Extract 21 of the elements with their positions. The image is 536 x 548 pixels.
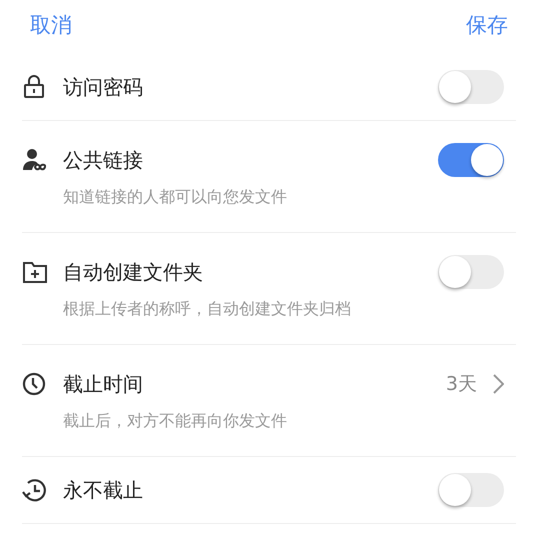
save-button[interactable]: 保存 [466, 8, 508, 42]
setting-title: 访问密码 [63, 74, 144, 100]
chevron-right-icon[interactable] [493, 374, 504, 394]
lock-icon [22, 75, 46, 99]
toggle-switch[interactable] [438, 70, 504, 104]
setting-description: 截止后，对方不能再向你发文件 [63, 410, 288, 432]
person-link-icon [22, 148, 46, 172]
setting-value: 3天 [446, 372, 477, 397]
setting-title: 公共链接 [63, 146, 144, 174]
setting-description: 根据上传者的称呼，自动创建文件夹归档 [63, 298, 352, 320]
toggle-switch[interactable] [438, 473, 504, 507]
setting-title: 自动创建文件夹 [63, 258, 204, 286]
history-icon [22, 478, 48, 502]
setting-description: 知道链接的人都可以向您发文件 [63, 186, 288, 208]
setting-title: 截止时间 [63, 370, 144, 398]
folder-plus-icon [22, 260, 48, 284]
clock-icon [22, 372, 46, 396]
toggle-switch[interactable] [438, 143, 504, 177]
toggle-switch[interactable] [438, 255, 504, 289]
cancel-button[interactable]: 取消 [30, 8, 72, 42]
setting-title: 永不截止 [63, 476, 144, 504]
